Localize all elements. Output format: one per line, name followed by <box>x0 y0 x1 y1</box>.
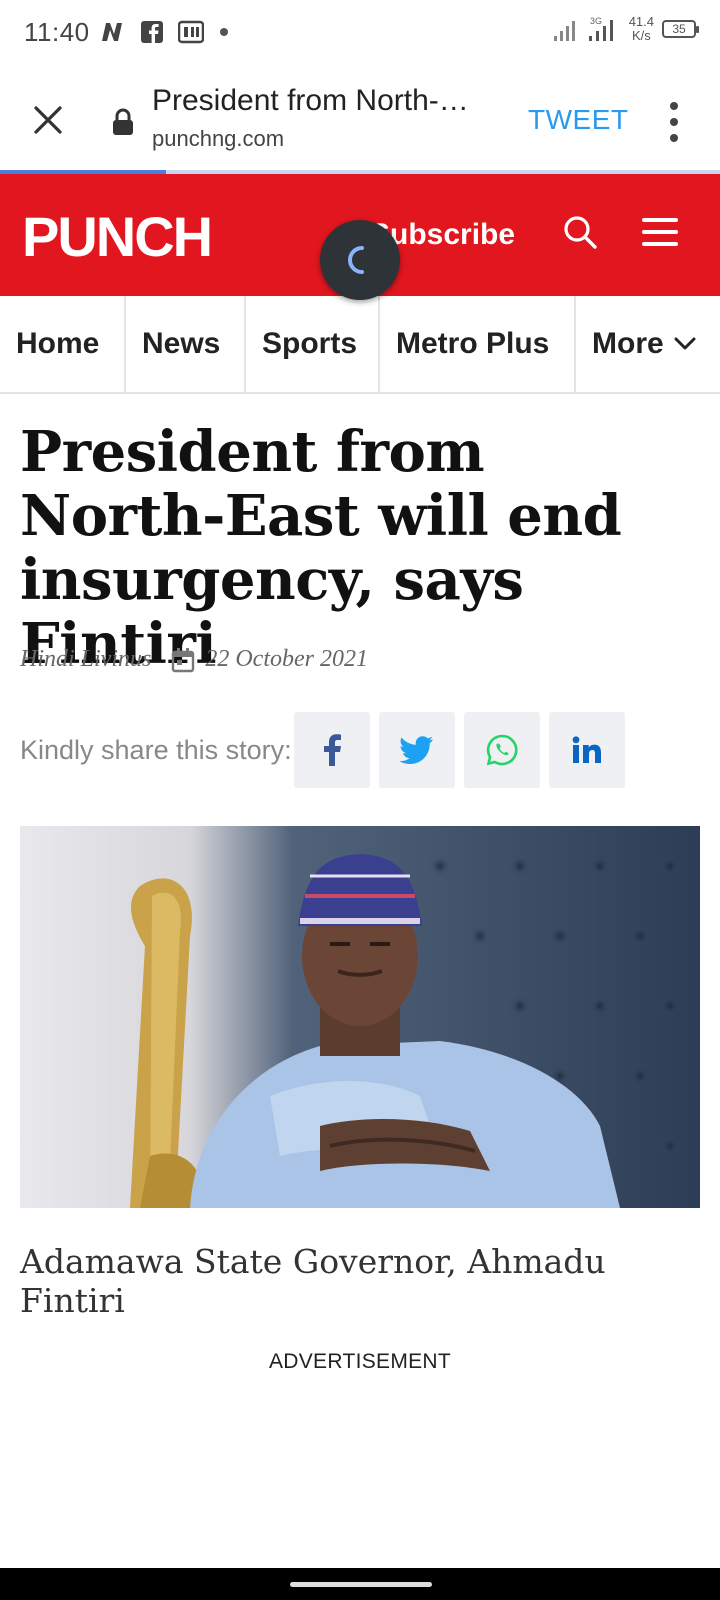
chevron-down-icon <box>674 337 696 350</box>
calendar-icon <box>172 647 195 672</box>
tweet-button[interactable]: TWEET <box>528 104 629 136</box>
home-gesture-handle[interactable] <box>290 1582 432 1587</box>
menu-line-icon <box>642 218 678 222</box>
facebook-notification-icon <box>140 21 163 43</box>
overflow-menu-button[interactable] <box>668 102 680 142</box>
nav-item-label: Metro Plus <box>396 327 550 360</box>
battery-icon: 35 <box>662 20 699 38</box>
loading-spinner <box>320 220 400 300</box>
nav-item-label: News <box>142 327 221 360</box>
menu-line-icon <box>642 242 678 246</box>
battery-level: 35 <box>672 22 686 36</box>
url-domain[interactable]: punchng.com <box>152 126 284 152</box>
status-right: 3G 41.4 K/s 35 <box>553 14 699 44</box>
publish-date: 22 October 2021 <box>171 646 368 673</box>
nav-item-more[interactable]: More <box>576 296 720 392</box>
nav-item-sports[interactable]: Sports <box>246 296 380 392</box>
page-title: President from North-… <box>152 84 469 117</box>
status-bar: 11:40 3G 41.4 K/s 35 <box>0 0 720 64</box>
search-icon <box>564 216 597 249</box>
share-whatsapp-button[interactable] <box>463 712 540 788</box>
linkedin-icon <box>572 736 601 763</box>
lock-icon <box>113 108 133 135</box>
hamburger-menu-button[interactable] <box>642 218 678 246</box>
svg-text:3G: 3G <box>590 16 602 26</box>
signal-3g-icon: 3G <box>588 16 613 41</box>
article-headline: President from North-East will end insur… <box>20 419 622 677</box>
dot-icon <box>219 28 228 36</box>
nav-item-metro-plus[interactable]: Metro Plus <box>380 296 576 392</box>
net-speed-value: 41.4 <box>628 14 654 29</box>
advertisement-label: ADVERTISEMENT <box>268 1350 452 1373</box>
search-button[interactable] <box>562 214 598 255</box>
close-button[interactable] <box>28 100 68 140</box>
share-facebook-button[interactable] <box>293 712 370 788</box>
governor-photo <box>20 826 700 1208</box>
navigation-gesture-bar <box>0 1568 720 1600</box>
network-speed: 41.4 K/s <box>629 15 654 43</box>
menu-line-icon <box>642 230 678 234</box>
share-linkedin-button[interactable] <box>548 712 625 788</box>
nav-item-home[interactable]: Home <box>0 296 126 392</box>
article-hero-image <box>20 826 700 1208</box>
author-name[interactable]: Hindi Livinus <box>20 646 151 673</box>
nav-item-label: Sports <box>262 327 358 360</box>
net-speed-unit: K/s <box>631 28 651 43</box>
publish-date-text: 22 October 2021 <box>205 646 368 672</box>
share-label: Kindly share this story: <box>20 734 292 765</box>
whatsapp-icon <box>486 734 518 766</box>
browser-toolbar: President from North-… punchng.com TWEET <box>0 64 720 172</box>
menu-dot-icon <box>670 118 678 126</box>
spinner-icon <box>348 246 364 274</box>
twitter-icon <box>399 736 433 764</box>
menu-dot-icon <box>670 102 678 110</box>
facebook-icon <box>323 734 341 766</box>
menu-dot-icon <box>670 134 678 142</box>
share-twitter-button[interactable] <box>378 712 455 788</box>
nav-item-label: Home <box>16 327 100 360</box>
app-n-icon <box>101 23 122 41</box>
signal-icon <box>553 21 575 41</box>
news-app-icon <box>177 20 204 44</box>
close-icon <box>34 106 62 134</box>
nav-item-news[interactable]: News <box>126 296 246 392</box>
image-caption: Adamawa State Governor, Ahmadu Fintiri <box>20 1242 606 1320</box>
status-time: 11:40 <box>24 16 90 47</box>
punch-logo[interactable]: PUNCH <box>22 204 213 269</box>
share-row: Kindly share this story: <box>20 712 625 788</box>
nav-item-label: More <box>592 327 664 360</box>
section-nav: Home News Sports Metro Plus More <box>0 296 720 394</box>
notification-icons <box>100 20 230 44</box>
article-byline: Hindi Livinus 22 October 2021 <box>20 646 368 673</box>
